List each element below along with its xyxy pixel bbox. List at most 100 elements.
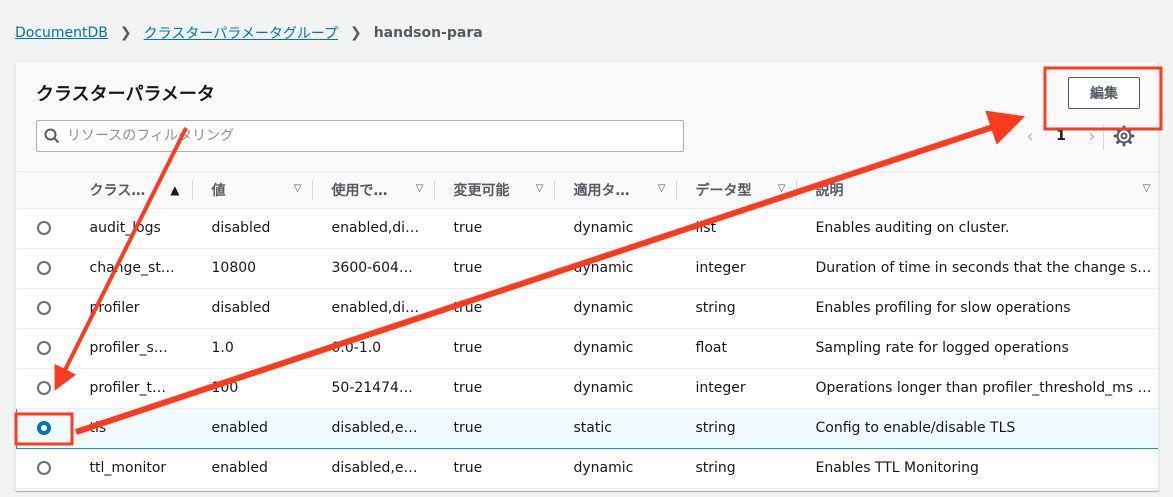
cell-value: 10800 xyxy=(191,248,312,289)
table-row[interactable]: audit_logs disabled enabled,di… true dyn… xyxy=(16,208,1158,249)
row-radio[interactable] xyxy=(36,381,51,395)
cell-value: 1.0 xyxy=(191,328,312,369)
panel-header: クラスターパラメータ 編集 ‹ 1 › xyxy=(16,62,1158,172)
cell-name: profiler_t… xyxy=(69,368,192,409)
table-row[interactable]: ttl_monitor enabled disabled,e… true dyn… xyxy=(16,448,1158,489)
column-header-allowed-values[interactable]: 使用で… ▽ xyxy=(311,172,434,209)
column-header-description[interactable]: 説明 ▽ xyxy=(795,172,1158,209)
table-row-selected[interactable]: tls enabled disabled,e… true static stri… xyxy=(16,407,1158,449)
column-header-value[interactable]: 値 ▽ xyxy=(191,172,312,209)
search-icon xyxy=(37,128,67,144)
row-radio[interactable] xyxy=(36,301,51,315)
sort-descending-icon: ▽ xyxy=(415,183,424,194)
cell-modifiable: true xyxy=(433,368,554,409)
cell-modifiable: true xyxy=(433,248,554,289)
cell-name: ttl_monitor xyxy=(69,448,192,489)
row-radio[interactable] xyxy=(36,221,51,235)
column-header-label: クラス… xyxy=(89,182,146,199)
cell-name: profiler_s… xyxy=(69,328,192,369)
row-radio[interactable] xyxy=(36,461,51,475)
cell-modifiable: true xyxy=(433,407,554,449)
table-row[interactable]: change_st… 10800 3600-604… true dynamic … xyxy=(16,248,1158,289)
column-separator xyxy=(553,180,555,200)
column-header-name[interactable]: クラス… ▲ xyxy=(69,172,192,209)
cell-apply-type: dynamic xyxy=(553,448,676,489)
cell-description: Enables TTL Monitoring xyxy=(795,448,1158,489)
sort-descending-icon: ▽ xyxy=(535,183,544,194)
cell-allowed-values: 50-21474… xyxy=(311,368,434,409)
column-header-label: データ型 xyxy=(695,182,752,199)
cell-apply-type: dynamic xyxy=(553,368,676,409)
cell-data-type: integer xyxy=(675,368,796,409)
row-radio[interactable] xyxy=(36,341,51,355)
column-separator xyxy=(311,180,313,200)
cell-apply-type: dynamic xyxy=(553,288,676,329)
cell-description: Duration of time in seconds that the cha… xyxy=(795,248,1158,289)
column-separator xyxy=(191,180,193,200)
page-number[interactable]: 1 xyxy=(1056,128,1066,144)
cell-value: 100 xyxy=(191,368,312,409)
table-row[interactable]: profiler disabled enabled,di… true dynam… xyxy=(16,288,1158,329)
cell-data-type: float xyxy=(675,328,796,369)
cell-data-type: string xyxy=(675,407,796,449)
breadcrumb-documentdb[interactable]: DocumentDB xyxy=(15,25,108,41)
search-box xyxy=(36,120,684,152)
cell-apply-type: dynamic xyxy=(553,248,676,289)
cell-modifiable: true xyxy=(433,448,554,489)
row-radio[interactable] xyxy=(36,261,51,275)
edit-button[interactable]: 編集 xyxy=(1068,77,1140,109)
panel-title: クラスターパラメータ xyxy=(36,84,215,105)
cell-description: Config to enable/disable TLS xyxy=(795,407,1158,449)
pagination: ‹ 1 › xyxy=(1021,124,1101,148)
breadcrumb-cluster-parameter-groups[interactable]: クラスターパラメータグループ xyxy=(144,23,338,43)
cell-allowed-values: enabled,di… xyxy=(311,288,434,329)
column-header-apply-type[interactable]: 適用タ… ▽ xyxy=(553,172,676,209)
chevron-left-icon[interactable]: ‹ xyxy=(1021,126,1039,147)
cell-description: Sampling rate for logged operations xyxy=(795,328,1158,369)
chevron-right-icon: ❯ xyxy=(119,25,132,41)
cell-allowed-values: disabled,e… xyxy=(311,407,434,449)
chevron-right-icon: ❯ xyxy=(349,25,362,41)
cell-data-type: integer xyxy=(675,248,796,289)
cell-value: disabled xyxy=(191,288,312,329)
cell-data-type: string xyxy=(675,288,796,329)
cell-allowed-values: 0.0-1.0 xyxy=(311,328,434,369)
column-header-label: 説明 xyxy=(815,182,844,199)
chevron-right-icon[interactable]: › xyxy=(1083,126,1101,147)
breadcrumb-current: handson-para xyxy=(373,25,483,41)
cell-apply-type: dynamic xyxy=(553,208,676,249)
cell-data-type: list xyxy=(675,208,796,249)
cell-modifiable: true xyxy=(433,208,554,249)
cell-description: Operations longer than profiler_threshol… xyxy=(795,368,1158,409)
cell-name: change_st… xyxy=(69,248,192,289)
cell-name: tls xyxy=(69,407,192,449)
sort-descending-icon: ▽ xyxy=(293,183,302,194)
column-header-label: 使用で… xyxy=(331,182,388,199)
cell-value: enabled xyxy=(191,407,312,449)
row-radio-checked[interactable] xyxy=(37,421,51,435)
select-column-header xyxy=(16,172,70,209)
sort-ascending-icon: ▲ xyxy=(170,183,180,197)
cell-modifiable: true xyxy=(433,288,554,329)
column-separator xyxy=(433,180,435,200)
gear-icon[interactable] xyxy=(1113,125,1135,147)
column-header-modifiable[interactable]: 変更可能 ▽ xyxy=(433,172,554,209)
column-separator xyxy=(675,180,677,200)
table-row[interactable]: profiler_t… 100 50-21474… true dynamic i… xyxy=(16,368,1158,409)
pager-divider xyxy=(1103,124,1104,150)
column-header-label: 適用タ… xyxy=(573,182,630,199)
table-row[interactable]: profiler_s… 1.0 0.0-1.0 true dynamic flo… xyxy=(16,328,1158,369)
column-header-label: 変更可能 xyxy=(453,182,510,199)
cell-allowed-values: 3600-604… xyxy=(311,248,434,289)
cell-description: Enables profiling for slow operations xyxy=(795,288,1158,329)
search-input[interactable] xyxy=(67,128,683,144)
cell-data-type: string xyxy=(675,448,796,489)
cell-apply-type: dynamic xyxy=(553,328,676,369)
cell-apply-type: static xyxy=(553,407,676,449)
cell-description: Enables auditing on cluster. xyxy=(795,208,1158,249)
parameters-table: クラス… ▲ 値 ▽ 使用で… ▽ 変更可能 ▽ 適用タ… ▽ データ型 ▽ 説明 ▽ aud… xyxy=(16,172,1158,489)
cell-name: profiler xyxy=(69,288,192,329)
cell-allowed-values: disabled,e… xyxy=(311,448,434,489)
sort-descending-icon: ▽ xyxy=(777,183,786,194)
column-header-data-type[interactable]: データ型 ▽ xyxy=(675,172,796,209)
